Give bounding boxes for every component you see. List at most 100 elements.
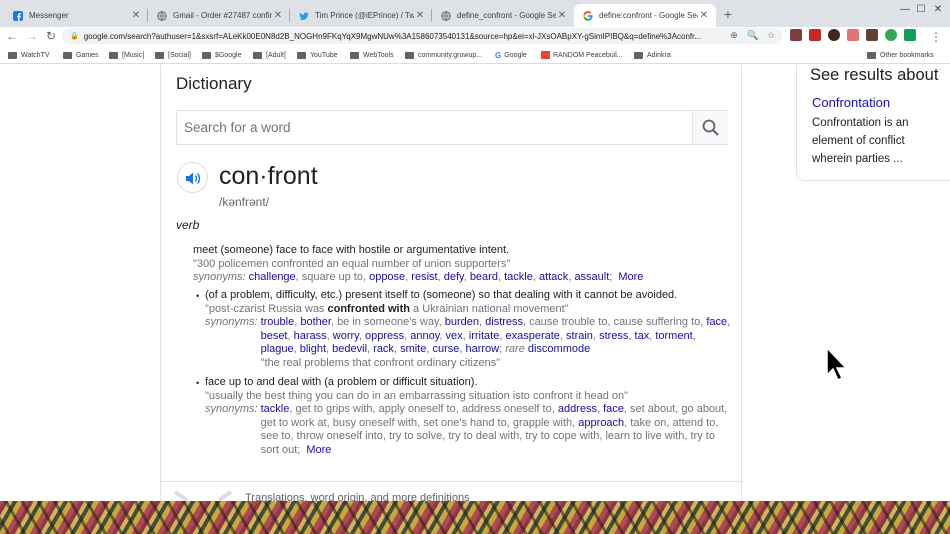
synonym-link[interactable]: burden xyxy=(445,316,479,328)
close-icon[interactable]: ✕ xyxy=(698,10,710,21)
synonym-link[interactable]: challenge xyxy=(249,271,296,283)
synonym-link[interactable]: worry xyxy=(333,330,359,342)
synonym-link[interactable]: resist xyxy=(411,271,437,283)
lock-icon: 🔒 xyxy=(70,33,79,40)
synonym-link[interactable]: address xyxy=(558,403,597,415)
forward-icon[interactable]: → xyxy=(24,28,40,44)
synonym-link[interactable]: bother xyxy=(300,316,331,328)
synonym-link[interactable]: beard xyxy=(470,271,498,283)
close-icon[interactable]: ✕ xyxy=(414,10,426,21)
extension-icon[interactable] xyxy=(828,29,840,41)
word-search-input[interactable] xyxy=(177,111,692,144)
zoom-icon[interactable]: 🔍 xyxy=(746,28,760,42)
extension-icon[interactable] xyxy=(885,29,897,41)
synonym-link[interactable]: harass xyxy=(294,330,327,342)
synonym-link[interactable]: irritate xyxy=(469,330,500,342)
synonym-link[interactable]: assault xyxy=(574,271,609,283)
bookmark-star-icon[interactable]: ☆ xyxy=(764,28,778,42)
synonym-link[interactable]: annoy xyxy=(410,330,439,342)
close-icon[interactable]: ✕ xyxy=(556,10,568,21)
more-synonyms-link[interactable]: More xyxy=(306,444,331,456)
tab-messenger[interactable]: Messenger ✕ xyxy=(4,4,148,27)
close-window-icon[interactable]: ✕ xyxy=(930,4,946,15)
synonym-link[interactable]: face xyxy=(706,316,727,328)
other-bookmarks[interactable]: Other bookmarks xyxy=(867,49,934,61)
bookmark-item[interactable]: YouTube xyxy=(297,49,338,61)
synonym-link[interactable]: stress xyxy=(599,330,628,342)
synonym-link[interactable]: oppress xyxy=(365,330,404,342)
part-of-speech: verb xyxy=(176,218,200,232)
bookmark-item[interactable]: [Adult] xyxy=(253,49,286,61)
location-icon[interactable]: ⊕ xyxy=(727,28,741,42)
bookmark-item[interactable]: Adinkra xyxy=(634,49,671,61)
synonym-text: cause trouble to xyxy=(529,316,608,329)
synonym-link[interactable]: attack xyxy=(539,271,568,283)
bookmark-item[interactable]: G Google xyxy=(495,49,527,61)
synonym-link[interactable]: trouble xyxy=(261,316,295,328)
synonym-link[interactable]: bedevil xyxy=(332,343,367,355)
bookmark-item[interactable]: WebTools xyxy=(350,49,394,61)
bookmark-item[interactable]: community.gruwup... xyxy=(405,49,482,61)
synonym-link[interactable]: strain xyxy=(566,330,593,342)
tab-twitter[interactable]: Tim Prince (@iEPrince) / Twitter ✕ xyxy=(290,4,432,27)
close-icon[interactable]: ✕ xyxy=(272,10,284,21)
bookmark-item[interactable]: $Google xyxy=(202,49,241,61)
synonym-link[interactable]: exasperate xyxy=(505,330,559,342)
synonym-link[interactable]: defy xyxy=(444,271,464,283)
synonym-link[interactable]: approach xyxy=(578,417,624,429)
synonym-link[interactable]: distress xyxy=(485,316,523,328)
synonym-link[interactable]: rack xyxy=(373,343,394,355)
synonyms: synonyms: tackle, get to grips with, app… xyxy=(205,403,728,456)
synonym-link[interactable]: beset xyxy=(261,330,288,342)
maximize-icon[interactable]: ☐ xyxy=(913,4,929,15)
extension-icon[interactable] xyxy=(866,29,878,41)
synonym-text: get to work at xyxy=(260,416,327,429)
example: "the real problems that confront ordinar… xyxy=(260,356,501,369)
facebook-icon xyxy=(13,10,23,21)
extension-icon[interactable] xyxy=(790,29,802,41)
kp-result-link[interactable]: Confrontation xyxy=(812,95,890,110)
pronunciation-button[interactable] xyxy=(177,162,208,193)
tab-gmail[interactable]: Gmail - Order #27487 confirmed ✕ xyxy=(148,4,290,27)
menu-dots-icon[interactable]: ⋮ xyxy=(928,29,944,45)
twitter-icon xyxy=(299,11,309,21)
synonym-link[interactable]: plague xyxy=(261,343,294,355)
synonym-link[interactable]: curse xyxy=(432,343,459,355)
bookmark-item[interactable]: [Music] xyxy=(109,49,144,61)
synonym-link[interactable]: vex xyxy=(446,330,463,342)
synonym-link[interactable]: tax xyxy=(635,330,650,342)
tab-define-confront[interactable]: define_confront - Google Search ✕ xyxy=(432,4,574,27)
synonym-text: address oneself to xyxy=(461,403,552,416)
bookmark-item[interactable]: RANDOM Peacebuil... xyxy=(541,49,623,61)
new-tab-button[interactable]: + xyxy=(720,6,736,22)
minimize-icon[interactable]: — xyxy=(897,4,913,15)
synonym-text: take on xyxy=(630,416,667,429)
reload-icon[interactable]: ↻ xyxy=(43,28,59,44)
extension-icon[interactable] xyxy=(847,29,859,41)
synonym-link[interactable]: face xyxy=(603,403,624,415)
google-icon: G xyxy=(495,50,502,60)
synonym-link[interactable]: tackle xyxy=(261,403,290,415)
back-icon[interactable]: ← xyxy=(4,28,20,44)
more-synonyms-link[interactable]: More xyxy=(618,271,643,283)
tab-active-define-confront[interactable]: define:confront - Google Search ✕ xyxy=(574,4,716,27)
close-icon[interactable]: ✕ xyxy=(130,10,142,21)
synonym-text: square up to xyxy=(301,271,363,284)
extension-icon[interactable] xyxy=(904,29,916,41)
synonym-link[interactable]: discommode xyxy=(528,343,590,355)
more-definitions-footer[interactable]: Translations, word origin, and more defi… xyxy=(161,481,743,504)
synonym-link[interactable]: torment xyxy=(655,330,692,342)
example: "post-czarist Russia was confronted with… xyxy=(205,302,569,315)
synonym-link[interactable]: blight xyxy=(300,343,326,355)
bookmark-item[interactable]: [Social] xyxy=(155,49,191,61)
bookmark-item[interactable]: WatchTV xyxy=(8,49,50,61)
synonym-link[interactable]: oppose xyxy=(369,271,405,283)
synonym-link[interactable]: tackle xyxy=(504,271,533,283)
sense-2: (of a problem, difficulty, etc.) present… xyxy=(205,289,733,371)
extension-icon[interactable] xyxy=(809,29,821,41)
address-bar[interactable]: 🔒 google.com/search?authuser=1&sxsrf=ALe… xyxy=(62,28,782,44)
search-button[interactable] xyxy=(692,111,728,144)
synonym-link[interactable]: smite xyxy=(400,343,426,355)
bookmark-item[interactable]: Games xyxy=(63,49,99,61)
synonym-link[interactable]: harrow xyxy=(466,343,500,355)
